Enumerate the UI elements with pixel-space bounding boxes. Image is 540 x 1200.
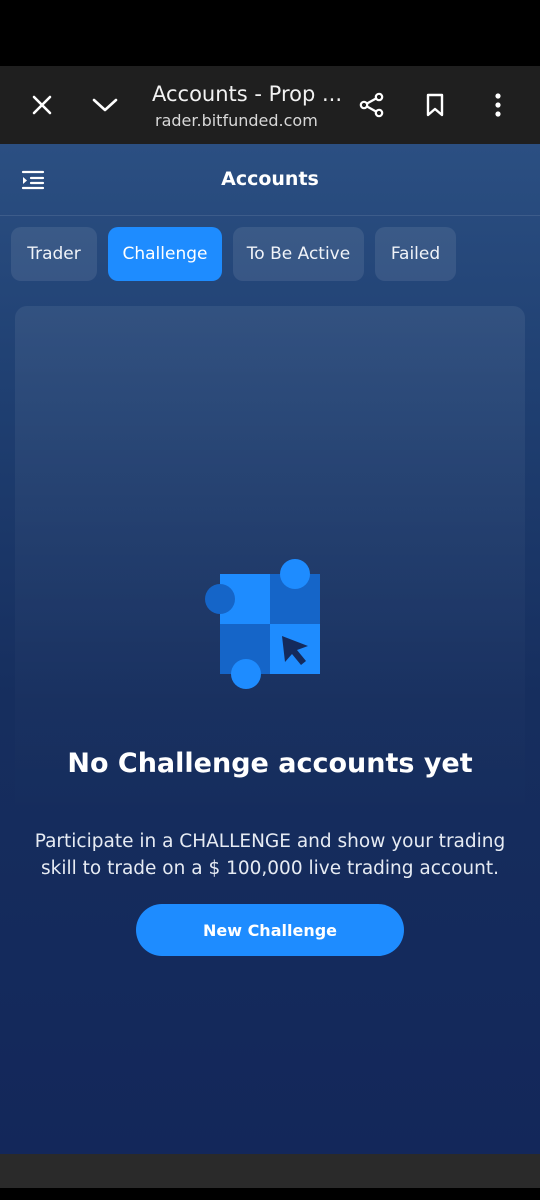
system-navigation-bar (0, 1154, 540, 1200)
browser-toolbar: Accounts - Prop ... rader.bitfunded.com (0, 66, 540, 144)
browser-url[interactable]: rader.bitfunded.com (155, 111, 318, 130)
status-bar (0, 0, 540, 66)
tab-trader[interactable]: Trader (11, 227, 97, 281)
empty-state-description: Participate in a CHALLENGE and show your… (20, 828, 520, 882)
tab-to-be-active[interactable]: To Be Active (233, 227, 364, 281)
account-tabs: Trader Challenge To Be Active Failed (0, 227, 540, 281)
more-vert-icon[interactable] (476, 83, 520, 127)
page-title: Accounts (221, 168, 319, 190)
chevron-down-icon[interactable] (83, 83, 127, 127)
empty-state-description-line: Participate in a CHALLENGE and show your… (34, 831, 506, 852)
bookmark-icon[interactable] (413, 83, 457, 127)
tab-failed[interactable]: Failed (375, 227, 456, 281)
empty-state-card (15, 306, 525, 1154)
empty-state-illustration (198, 558, 328, 690)
app-content: Accounts Trader Challenge To Be Active F… (0, 144, 540, 1154)
empty-state-description-line: skill to trade on a $ 100,000 live tradi… (41, 858, 499, 879)
new-challenge-button[interactable]: New Challenge (136, 904, 404, 956)
share-icon[interactable] (350, 83, 394, 127)
app-header: Accounts (0, 144, 540, 216)
browser-bottom-strip (0, 1154, 540, 1188)
close-icon[interactable] (20, 83, 64, 127)
tab-challenge[interactable]: Challenge (108, 227, 222, 281)
empty-state-title: No Challenge accounts yet (67, 748, 473, 779)
browser-page-title[interactable]: Accounts - Prop ... (152, 82, 342, 106)
